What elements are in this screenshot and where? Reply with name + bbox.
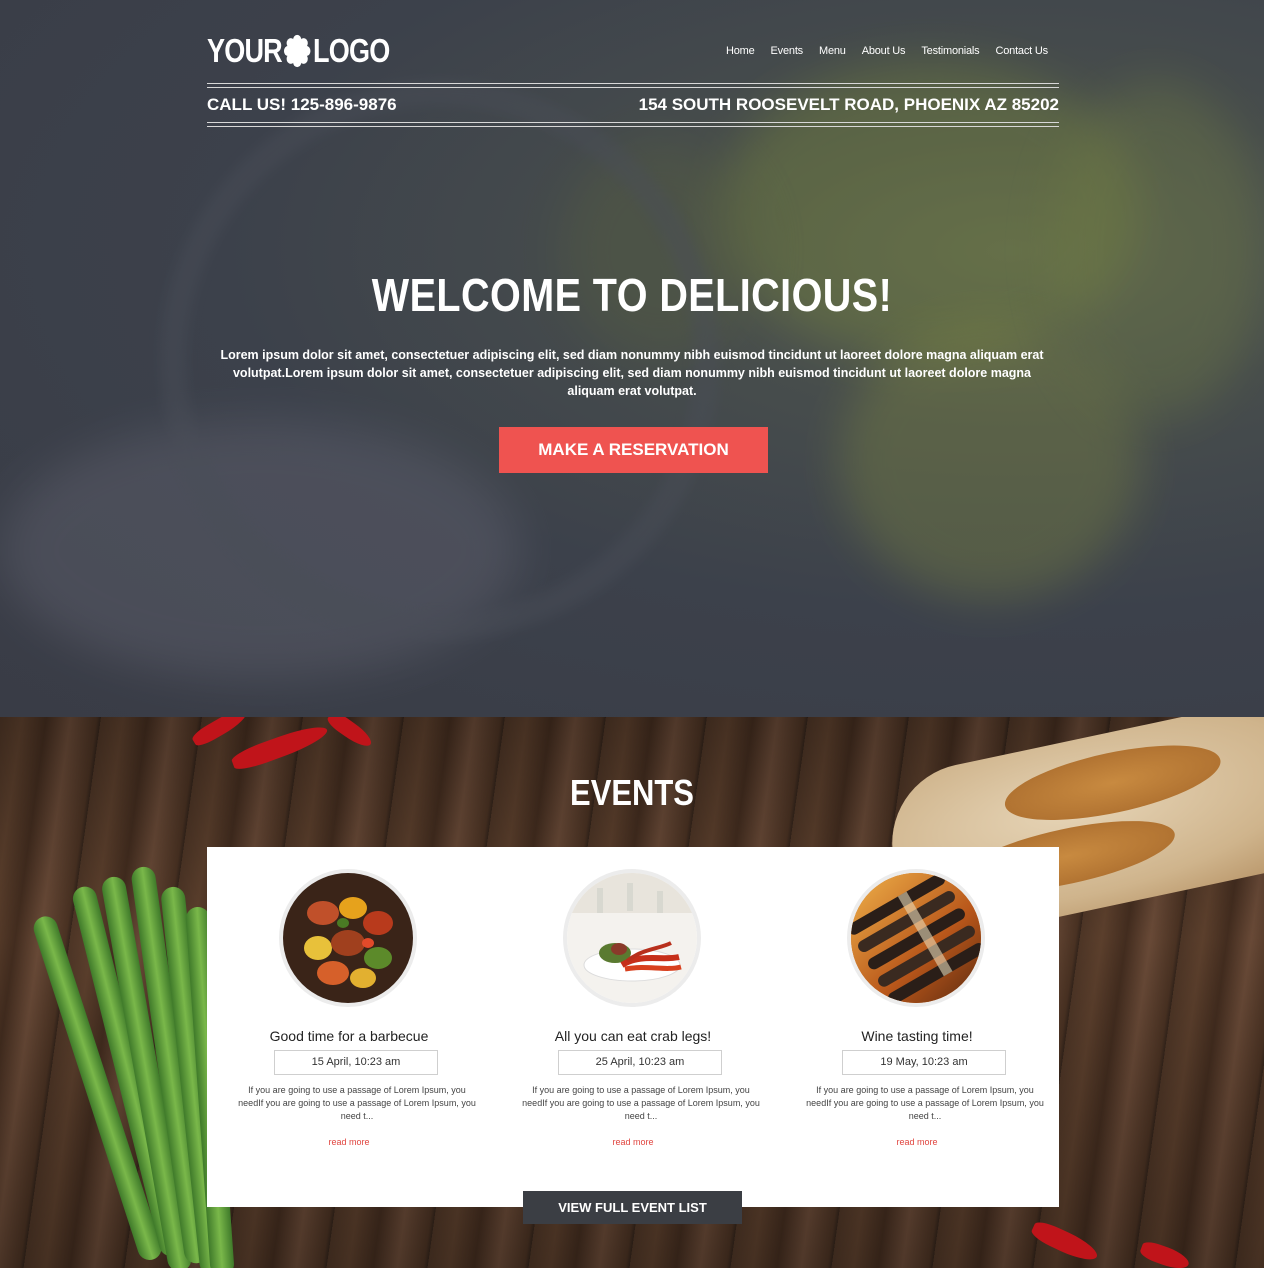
address: 154 SOUTH ROOSEVELT ROAD, PHOENIX AZ 852… [638, 95, 1059, 114]
hero-background-blur [1050, 80, 1264, 420]
event-image-barbecue[interactable] [279, 869, 417, 1007]
events-card: Good time for a barbecue 15 April, 10:23… [207, 847, 1059, 1207]
event-date: 25 April, 10:23 am [558, 1050, 722, 1075]
make-reservation-button[interactable]: MAKE A RESERVATION [499, 427, 768, 473]
flower-icon [284, 34, 311, 68]
event-title: Wine tasting time! [861, 1028, 973, 1044]
event-description: If you are going to use a passage of Lor… [522, 1085, 760, 1121]
phone-number[interactable]: CALL US! 125-896-9876 [207, 95, 397, 115]
hero-section: YOUR LOGO Home Events Menu About Us Test… [0, 0, 1264, 717]
read-more-link[interactable]: read more [491, 1137, 775, 1147]
event-image-crab[interactable] [563, 869, 701, 1007]
view-full-event-list-button[interactable]: VIEW FULL EVENT LIST [523, 1191, 742, 1224]
divider [207, 122, 1059, 123]
nav-contact-us[interactable]: Contact Us [995, 45, 1048, 57]
logo-text-left: YOUR [207, 32, 283, 69]
event-description: If you are going to use a passage of Lor… [806, 1085, 1044, 1121]
crab-legs-image [567, 873, 697, 1003]
event-date: 19 May, 10:23 am [842, 1050, 1006, 1075]
nav-testimonials[interactable]: Testimonials [921, 45, 979, 57]
event-image-wine[interactable] [847, 869, 985, 1007]
event-title: Good time for a barbecue [269, 1028, 429, 1044]
event-description: If you are going to use a passage of Lor… [238, 1085, 476, 1121]
read-more-link[interactable]: read more [775, 1137, 1059, 1147]
main-nav: Home Events Menu About Us Testimonials C… [718, 45, 1056, 57]
hero-title: WELCOME TO DELICIOUS! [371, 269, 893, 321]
nav-menu[interactable]: Menu [819, 45, 846, 57]
wine-bottles-image [851, 873, 981, 1003]
site-logo[interactable]: YOUR LOGO [207, 32, 390, 70]
divider [207, 87, 1059, 88]
divider [207, 83, 1059, 84]
nav-home[interactable]: Home [726, 45, 755, 57]
divider [207, 126, 1059, 127]
hero-text: Lorem ipsum dolor sit amet, consectetuer… [220, 348, 1044, 398]
event-date: 15 April, 10:23 am [274, 1050, 438, 1075]
logo-text-right: LOGO [313, 32, 390, 69]
read-more-link[interactable]: read more [207, 1137, 491, 1147]
events-title: EVENTS [570, 772, 694, 813]
event-title: All you can eat crab legs! [554, 1028, 712, 1044]
barbecue-image [283, 873, 413, 1003]
nav-events[interactable]: Events [771, 45, 804, 57]
nav-about-us[interactable]: About Us [862, 45, 906, 57]
